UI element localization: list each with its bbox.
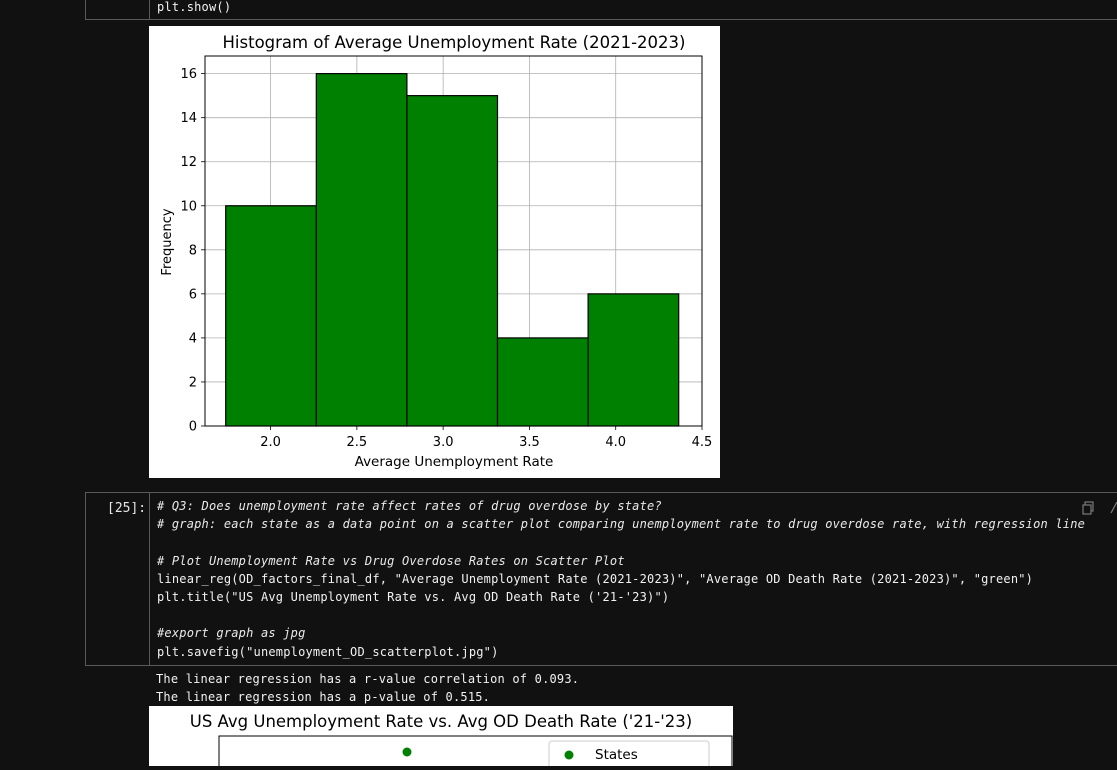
code-line: #export graph as jpg: [157, 626, 306, 640]
histogram-bar: [587, 293, 680, 427]
copy-icon[interactable]: [1081, 500, 1095, 515]
histogram-chart: Histogram of Average Unemployment Rate (…: [160, 33, 713, 470]
code-line: linear_reg(OD_factors_final_df, "Average…: [157, 572, 1034, 586]
code-cell-25[interactable]: [25]: # Q3: Does unemployment rate affec…: [85, 492, 1117, 666]
x-tick-label: 2.5: [347, 435, 368, 450]
execution-count: [25]:: [107, 501, 147, 516]
y-tick-label: 16: [180, 67, 197, 82]
x-tick-label: 2.0: [260, 435, 281, 450]
scatter-legend: States: [548, 740, 710, 770]
y-tick-label: 8: [189, 243, 197, 258]
histogram-figure: Histogram of Average Unemployment Rate (…: [149, 26, 720, 478]
code-line: plt.title("US Avg Unemployment Rate vs. …: [157, 590, 670, 604]
cell-prompt: [25]:: [85, 493, 150, 665]
scatter-figure: US Avg Unemployment Rate vs. Avg OD Deat…: [149, 706, 733, 770]
output-line: The linear regression has a r-value corr…: [156, 672, 580, 686]
scatter-chart: US Avg Unemployment Rate vs. Avg OD Deat…: [190, 712, 733, 770]
histogram-ylabel: Frequency: [160, 208, 175, 275]
histogram-xlabel: Average Unemployment Rate: [355, 454, 554, 470]
previous-code-cell[interactable]: plt.show(): [85, 0, 1117, 20]
output-line: The linear regression has a p-value of 0…: [156, 690, 491, 704]
code-line-plt-show: plt.show(): [157, 0, 232, 14]
code-line: plt.savefig("unemployment_OD_scatterplot…: [157, 645, 499, 659]
y-tick-label: 6: [189, 287, 197, 302]
y-tick-label: 12: [180, 155, 197, 170]
legend-label: States: [595, 747, 638, 763]
code-line: # graph: each state as a data point on a…: [157, 517, 1086, 531]
code-line: # Q3: Does unemployment rate affect rate…: [157, 499, 662, 513]
previous-cell-prompt: [85, 0, 150, 19]
legend-marker: [564, 750, 574, 760]
x-tick-label: 3.0: [433, 435, 454, 450]
y-tick-label: 14: [180, 111, 197, 126]
code-line: # Plot Unemployment Rate vs Drug Overdos…: [157, 554, 625, 568]
histogram-bar: [225, 205, 317, 427]
histogram-bar: [315, 73, 408, 427]
y-tick-label: 2: [189, 375, 197, 390]
x-tick-label: 3.5: [519, 435, 540, 450]
histogram-bar: [406, 95, 499, 427]
scatter-title: US Avg Unemployment Rate vs. Avg OD Deat…: [190, 712, 692, 731]
scatter-point: [402, 747, 412, 757]
arrow-up-icon[interactable]: [1108, 499, 1117, 514]
x-tick-label: 4.5: [692, 435, 713, 450]
y-tick-label: 10: [180, 199, 197, 214]
y-tick-label: 0: [189, 420, 197, 435]
x-tick-label: 4.0: [605, 435, 626, 450]
y-tick-label: 4: [189, 331, 197, 346]
histogram-title: Histogram of Average Unemployment Rate (…: [223, 33, 686, 52]
histogram-bar: [496, 337, 589, 427]
